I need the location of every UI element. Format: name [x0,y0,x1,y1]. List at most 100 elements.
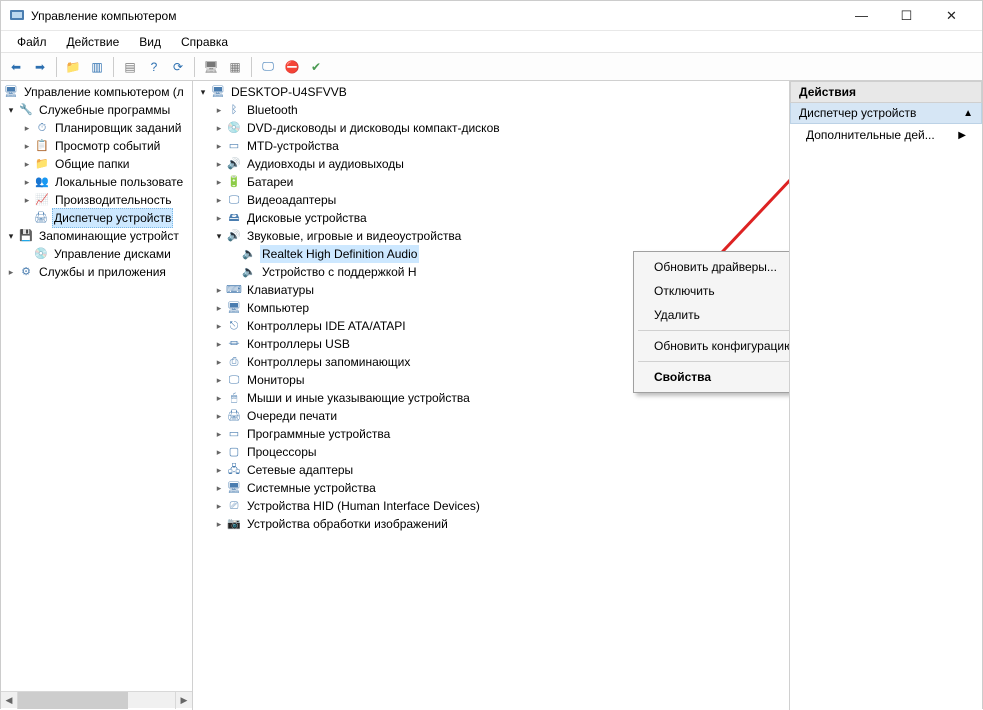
scan-button[interactable]: 🖥 [200,56,222,78]
device-category[interactable]: ▸💿DVD-дисководы и дисководы компакт-диск… [193,119,789,137]
menu-file[interactable]: Файл [7,33,57,51]
show-hide-button[interactable]: ▥ [86,56,108,78]
tree-group-tools[interactable]: ▾ 🔧 Служебные программы [1,101,192,119]
tool-a-button[interactable]: 🖵 [257,56,279,78]
caret-right-icon[interactable]: ▸ [213,212,225,224]
caret-right-icon[interactable]: ▸ [213,320,225,332]
titlebar: Управление компьютером — ☐ ✕ [1,1,982,31]
tree-item[interactable]: ▸📈Производительность [1,191,192,209]
caret-right-icon[interactable]: ▸ [213,302,225,314]
scroll-thumb[interactable] [18,692,128,709]
caret-right-icon[interactable]: ▸ [213,500,225,512]
device-category[interactable]: ▸📷Устройства обработки изображений [193,515,789,533]
caret-right-icon[interactable]: ▸ [213,176,225,188]
ctx-refresh-hw[interactable]: Обновить конфигурацию оборудования [636,334,790,358]
tree-item[interactable]: ▸👥Локальные пользовате [1,173,192,191]
device-category[interactable]: ▸🔊Аудиовходы и аудиовыходы [193,155,789,173]
menu-view[interactable]: Вид [129,33,171,51]
caret-right-icon[interactable]: ▸ [21,140,33,152]
tree-item-services[interactable]: ▸⚙Службы и приложения [1,263,192,281]
tree-label: Клавиатуры [245,281,316,299]
caret-right-icon[interactable]: ▸ [21,176,33,188]
device-category[interactable]: ▸🖨Очереди печати [193,407,789,425]
caret-down-icon[interactable]: ▾ [213,230,225,242]
device-category[interactable]: ▸▢Процессоры [193,443,789,461]
tree-group-storage[interactable]: ▾💾Запоминающие устройст [1,227,192,245]
tree-item[interactable]: ▸📁Общие папки [1,155,192,173]
grid-icon: ▦ [229,60,240,74]
device-category[interactable]: ▸ᛒBluetooth [193,101,789,119]
caret-right-icon[interactable]: ▸ [213,122,225,134]
caret-down-icon[interactable]: ▾ [5,230,17,242]
caret-right-icon[interactable]: ▸ [213,158,225,170]
ctx-update-drivers[interactable]: Обновить драйверы... [636,255,790,279]
back-button[interactable]: ⬅ [5,56,27,78]
caret-right-icon[interactable]: ▸ [213,428,225,440]
tree-item-device-manager[interactable]: 🖨Диспетчер устройств [1,209,192,227]
tree-label: Общие папки [53,155,131,173]
caret-right-icon[interactable]: ▸ [213,464,225,476]
caret-right-icon[interactable]: ▸ [213,356,225,368]
caret-right-icon[interactable]: ▸ [21,158,33,170]
caret-right-icon[interactable]: ▸ [213,446,225,458]
ctx-disable[interactable]: Отключить [636,279,790,303]
horizontal-scrollbar[interactable]: ◀ ▶ [1,691,192,708]
minimize-button[interactable]: — [839,1,884,31]
ctx-remove[interactable]: Удалить [636,303,790,327]
caret-right-icon[interactable]: ▸ [21,122,33,134]
device-category[interactable]: ▸▭Программные устройства [193,425,789,443]
device-category[interactable]: ▸🖵Видеоадаптеры [193,191,789,209]
device-category[interactable]: ▸⎚Устройства HID (Human Interface Device… [193,497,789,515]
tree-label: Контроллеры запоминающих [245,353,412,371]
scan-icon: 🖥 [203,60,218,74]
device-root[interactable]: ▾🖥DESKTOP-U4SFVVB [193,83,789,101]
tree-root[interactable]: 🖥 Управление компьютером (л [1,83,192,101]
ide-icon: ⎋ [226,318,242,334]
menu-help[interactable]: Справка [171,33,238,51]
view-button[interactable]: ▦ [224,56,246,78]
forward-button[interactable]: ➡ [29,56,51,78]
up-button[interactable]: 📁 [62,56,84,78]
caret-right-icon[interactable]: ▸ [213,284,225,296]
caret-down-icon[interactable]: ▾ [197,86,209,98]
caret-right-icon[interactable]: ▸ [5,266,17,278]
tree-label: Локальные пользовате [53,173,185,191]
tree-item[interactable]: 💿Управление дисками [1,245,192,263]
tool-c-button[interactable]: ✔ [305,56,327,78]
caret-right-icon[interactable]: ▸ [213,338,225,350]
scroll-right-button[interactable]: ▶ [175,692,192,709]
caret-right-icon[interactable]: ▸ [213,374,225,386]
device-category[interactable]: ▸🖴Дисковые устройства [193,209,789,227]
device-category[interactable]: ▸🖥Системные устройства [193,479,789,497]
caret-right-icon[interactable]: ▸ [213,104,225,116]
caret-right-icon[interactable]: ▸ [213,518,225,530]
device-category[interactable]: ▸▭MTD-устройства [193,137,789,155]
system-icon: 🖥 [226,480,242,496]
tool-b-button[interactable]: ⛔ [281,56,303,78]
refresh-button[interactable]: ⟳ [167,56,189,78]
close-button[interactable]: ✕ [929,1,974,31]
device-category[interactable]: ▸🔋Батареи [193,173,789,191]
menu-action[interactable]: Действие [57,33,130,51]
caret-right-icon[interactable]: ▸ [213,392,225,404]
caret-right-icon[interactable]: ▸ [213,410,225,422]
caret-right-icon[interactable]: ▸ [213,482,225,494]
caret-right-icon[interactable]: ▸ [213,194,225,206]
tree-label: Службы и приложения [37,263,168,281]
scroll-left-button[interactable]: ◀ [1,692,18,709]
caret-right-icon[interactable]: ▸ [213,140,225,152]
ctx-properties[interactable]: Свойства [636,365,790,389]
actions-more-link[interactable]: Дополнительные дей... ▶ [790,124,982,146]
properties-button[interactable]: ▤ [119,56,141,78]
tree-item[interactable]: ▸📋Просмотр событий [1,137,192,155]
tree-item[interactable]: ▸⏱Планировщик заданий [1,119,192,137]
caret-right-icon[interactable]: ▸ [21,194,33,206]
device-category[interactable]: ▸🖧Сетевые адаптеры [193,461,789,479]
maximize-button[interactable]: ☐ [884,1,929,31]
caret-down-icon[interactable]: ▾ [5,104,17,116]
help-button[interactable]: ? [143,56,165,78]
scroll-track[interactable] [18,692,175,709]
actions-section[interactable]: Диспетчер устройств ▲ [790,103,982,124]
properties-icon: ▤ [124,60,135,74]
device-category-sound[interactable]: ▾🔊Звуковые, игровые и видеоустройства [193,227,789,245]
